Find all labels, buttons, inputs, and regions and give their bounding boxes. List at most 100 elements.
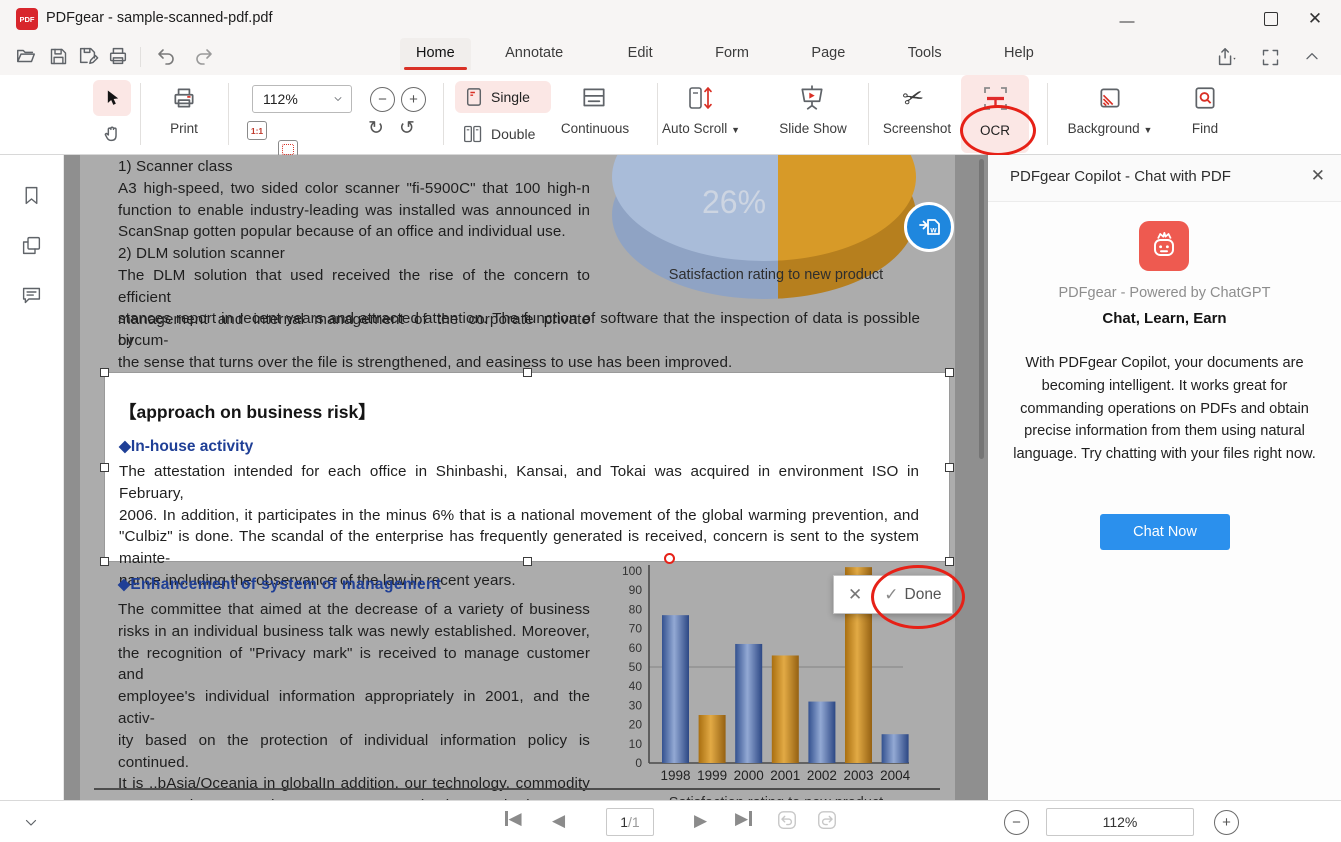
- pdfgear-logo-icon: PDF: [16, 8, 38, 30]
- single-page-button[interactable]: Single: [455, 81, 551, 113]
- resize-handle-nw[interactable]: [100, 368, 109, 377]
- continuous-button[interactable]: Continuous: [553, 121, 637, 136]
- print-button[interactable]: Print: [156, 121, 212, 136]
- resize-handle-n[interactable]: [523, 368, 532, 377]
- view-history-back-icon[interactable]: [776, 809, 798, 831]
- tab-help[interactable]: Help: [988, 38, 1050, 70]
- print-quick-icon[interactable]: [106, 44, 130, 68]
- open-file-icon[interactable]: [14, 44, 38, 68]
- tab-annotate[interactable]: Annotate: [489, 38, 579, 70]
- svg-text:90: 90: [629, 583, 643, 597]
- actual-size-button[interactable]: 1:1: [247, 121, 267, 140]
- background-button[interactable]: Background ▼: [1058, 121, 1162, 136]
- resize-handle-se[interactable]: [945, 557, 954, 566]
- zoom-out-status-button[interactable]: −: [1004, 810, 1029, 835]
- page-number-box[interactable]: 1/1: [606, 808, 654, 836]
- zoom-level-value: 112%: [1103, 814, 1138, 830]
- page-total: /1: [628, 814, 640, 830]
- last-page-button[interactable]: ▶: [735, 810, 752, 827]
- save-as-icon[interactable]: [76, 44, 100, 68]
- tab-page[interactable]: Page: [795, 38, 861, 70]
- zoom-in-button[interactable]: +: [401, 87, 426, 112]
- minimize-button[interactable]: —: [1105, 4, 1149, 38]
- chat-now-button[interactable]: Chat Now: [1100, 514, 1230, 550]
- title-bar: PDF PDFgear - sample-scanned-pdf.pdf — ✕: [0, 0, 1341, 38]
- collapse-ribbon-icon[interactable]: [1300, 45, 1324, 69]
- share-icon[interactable]: [1214, 45, 1238, 69]
- first-page-button[interactable]: ◀: [505, 810, 522, 827]
- rotate-counterclockwise-icon[interactable]: ↺: [399, 117, 415, 140]
- auto-scroll-icon[interactable]: [686, 84, 714, 112]
- zoom-level-box[interactable]: 112%: [1046, 808, 1194, 836]
- menu-tabs: Home Annotate Edit Form Page Tools Help: [400, 38, 940, 75]
- copilot-title: PDFgear Copilot - Chat with PDF: [1010, 168, 1231, 185]
- svg-text:50: 50: [629, 660, 643, 674]
- resize-handle-s[interactable]: [523, 557, 532, 566]
- slide-show-icon[interactable]: [798, 84, 826, 112]
- find-icon[interactable]: [1192, 85, 1218, 111]
- pdf-page: 1) Scanner classA3 high-speed, two sided…: [80, 155, 955, 800]
- view-history-forward-icon[interactable]: [816, 809, 838, 831]
- slide-show-button[interactable]: Slide Show: [772, 121, 854, 136]
- cancel-ocr-icon[interactable]: ✕: [848, 585, 862, 605]
- screenshot-button[interactable]: Screenshot: [876, 121, 958, 136]
- svg-text:w: w: [929, 226, 937, 235]
- double-page-button[interactable]: Double: [455, 119, 551, 149]
- copilot-panel: PDFgear Copilot - Chat with PDF ✕ PDFgea…: [988, 155, 1341, 800]
- fullscreen-icon[interactable]: [1258, 45, 1282, 69]
- maximize-button[interactable]: [1249, 2, 1293, 36]
- tab-tools[interactable]: Tools: [892, 38, 958, 70]
- resize-handle-w[interactable]: [100, 463, 109, 472]
- home-toolbar: Print 112% − + 1:1 ↻ ↺ Single Double Con…: [0, 75, 1341, 155]
- collapse-sidebar-icon[interactable]: [22, 813, 40, 831]
- enhancement-heading: ◆Enhancement of system of management: [118, 575, 441, 594]
- svg-text:70: 70: [629, 622, 643, 636]
- zoom-in-status-button[interactable]: +: [1214, 810, 1239, 835]
- auto-scroll-button[interactable]: Auto Scroll ▼: [658, 121, 744, 136]
- status-bar: ◀ ◀ 1/1 ▶ ▶ − 112% +: [0, 800, 1341, 842]
- paragraph-enhancement: The committee that aimed at the decrease…: [118, 599, 590, 800]
- tab-form[interactable]: Form: [699, 38, 765, 70]
- bookmarks-panel-icon[interactable]: [21, 185, 42, 206]
- tab-edit[interactable]: Edit: [612, 38, 669, 70]
- resize-handle-e[interactable]: [945, 463, 954, 472]
- previous-page-button[interactable]: ◀: [552, 812, 565, 829]
- rotate-clockwise-icon[interactable]: ↻: [368, 117, 384, 140]
- resize-handle-sw[interactable]: [100, 557, 109, 566]
- document-canvas[interactable]: 1) Scanner classA3 high-speed, two sided…: [64, 155, 988, 800]
- double-page-icon: [463, 124, 483, 144]
- svg-text:80: 80: [629, 602, 643, 616]
- ocr-selection-box[interactable]: 【approach on business risk】 ◆In-house ac…: [104, 372, 950, 562]
- redo-icon[interactable]: [192, 44, 216, 68]
- undo-icon[interactable]: [154, 44, 178, 68]
- svg-text:2003: 2003: [843, 768, 873, 783]
- svg-text:40: 40: [629, 679, 643, 693]
- copilot-robot-icon: [1139, 221, 1189, 271]
- menu-row: Home Annotate Edit Form Page Tools Help: [0, 38, 1341, 75]
- copilot-header: PDFgear Copilot - Chat with PDF ✕: [988, 155, 1341, 202]
- screenshot-icon[interactable]: ✂: [899, 81, 927, 115]
- window-title: PDFgear - sample-scanned-pdf.pdf: [46, 10, 272, 26]
- select-tool-button[interactable]: [93, 80, 131, 116]
- svg-text:2001: 2001: [770, 768, 800, 783]
- pie-caption: Satisfaction rating to new product: [636, 267, 916, 283]
- continuous-icon[interactable]: [580, 85, 610, 111]
- print-icon[interactable]: [162, 85, 206, 111]
- vertical-scrollbar[interactable]: [979, 159, 984, 459]
- tab-home[interactable]: Home: [400, 38, 471, 70]
- save-icon[interactable]: [46, 44, 70, 68]
- resize-handle-ne[interactable]: [945, 368, 954, 377]
- svg-text:2000: 2000: [734, 768, 764, 783]
- convert-to-word-button[interactable]: w: [904, 202, 954, 252]
- copilot-close-icon[interactable]: ✕: [1311, 166, 1325, 186]
- background-icon[interactable]: [1097, 85, 1123, 111]
- close-button[interactable]: ✕: [1293, 2, 1337, 36]
- comments-panel-icon[interactable]: [21, 285, 42, 306]
- find-button[interactable]: Find: [1178, 121, 1232, 136]
- page-current: 1: [620, 814, 628, 830]
- hand-tool-button[interactable]: [96, 119, 128, 149]
- zoom-select[interactable]: 112%: [252, 85, 352, 113]
- next-page-button[interactable]: ▶: [694, 812, 707, 829]
- zoom-out-button[interactable]: −: [370, 87, 395, 112]
- thumbnails-panel-icon[interactable]: [21, 235, 42, 256]
